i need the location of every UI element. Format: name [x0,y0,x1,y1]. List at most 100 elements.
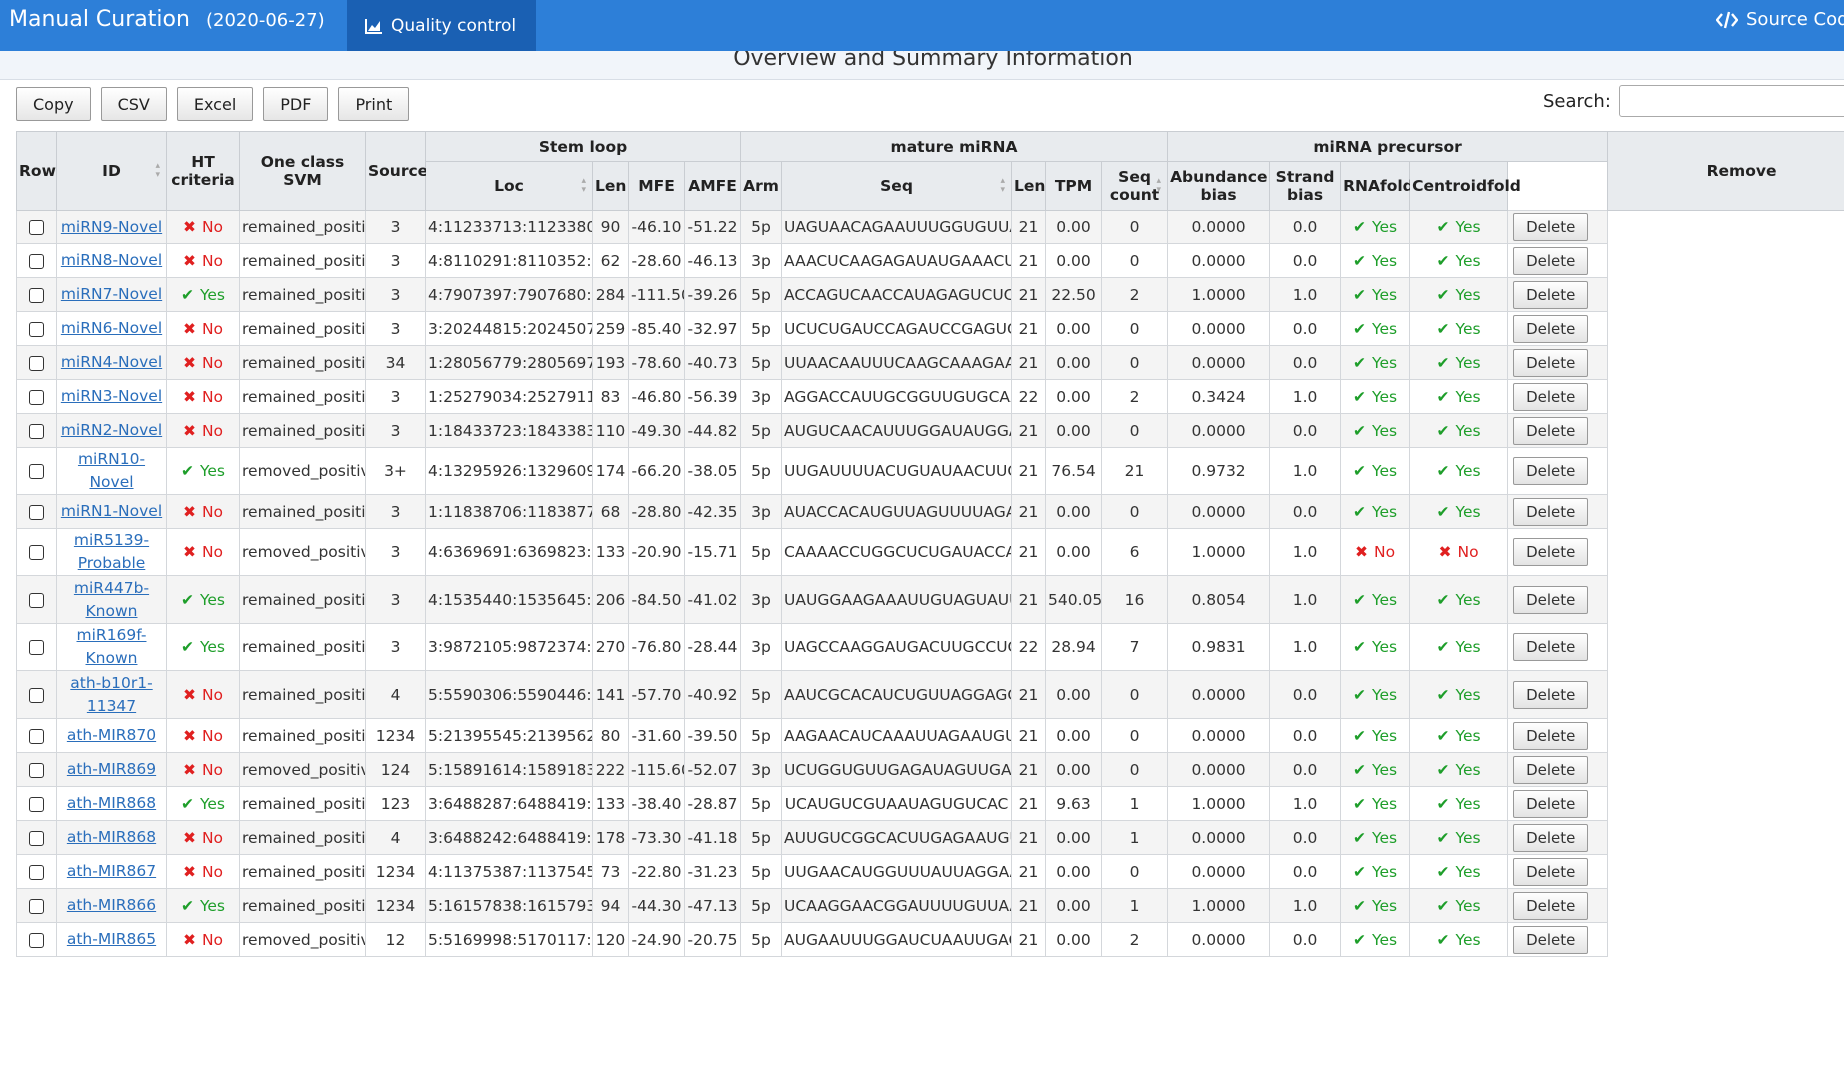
mirna-id-link[interactable]: miRN10-Novel [78,450,145,491]
col-mature-len[interactable]: Len [1011,161,1047,211]
print-button[interactable]: Print [338,87,410,121]
arm-cell: 5p [740,528,783,576]
col-one-class-svm[interactable]: One class SVM [239,131,366,211]
delete-button[interactable]: Delete [1513,416,1589,445]
row-checkbox[interactable] [29,687,44,703]
remove-cell: Delete [1507,413,1609,448]
copy-button[interactable]: Copy [16,87,91,121]
mirna-id-link[interactable]: miRN8-Novel [61,251,162,269]
delete-button[interactable]: Delete [1513,721,1589,750]
col-rnafold[interactable]: RNAfold [1340,161,1414,211]
strand-bias-value: 0.0 [1292,862,1318,881]
delete-button[interactable]: Delete [1513,382,1589,411]
delete-button[interactable]: Delete [1513,348,1589,377]
abundance-bias-cell: 0.0000 [1167,718,1271,753]
col-strand-bias[interactable]: Strand bias [1269,161,1342,211]
delete-button[interactable]: Delete [1513,213,1589,241]
col-id[interactable]: ID [56,131,167,211]
table-row: miR447b-Known ✔ Yes remained_positive 3 4:153… [16,575,1844,624]
row-checkbox[interactable] [29,728,44,744]
tab-quality-control[interactable]: Quality control [347,0,536,51]
col-loc[interactable]: Loc [425,161,593,211]
mirna-id-link[interactable]: miR169f-Known [77,626,147,667]
mirna-id-link[interactable]: ath-MIR867 [67,862,156,880]
mirna-id-link[interactable]: ath-MIR865 [67,930,156,948]
row-checkbox[interactable] [29,220,44,235]
col-amfe[interactable]: AMFE [683,161,742,211]
delete-button[interactable]: Delete [1513,891,1589,920]
mirna-id-link[interactable]: ath-b10r1-11347 [70,674,152,715]
col-seq-count[interactable]: Seq count [1101,161,1169,211]
csv-button[interactable]: CSV [100,87,167,121]
col-centroidfold[interactable]: Centroidfold [1409,161,1521,211]
delete-button[interactable]: Delete [1513,457,1589,485]
col-mfe[interactable]: MFE [628,161,685,211]
delete-button[interactable]: Delete [1513,497,1589,526]
row-checkbox[interactable] [29,864,44,880]
mirna-id-link[interactable]: ath-MIR870 [67,726,156,744]
delete-button[interactable]: Delete [1513,314,1589,343]
delete-button[interactable]: Delete [1513,925,1589,954]
tpm-value: 0.00 [1056,502,1091,521]
mfe-cell: -46.80 [628,379,685,414]
row-checkbox[interactable] [29,762,44,778]
row-checkbox[interactable] [29,898,44,914]
mirna-id-link[interactable]: miRN4-Novel [61,353,162,371]
mirna-id-link[interactable]: miR5139-Probable [74,531,149,572]
mirna-id-link[interactable]: miRN9-Novel [61,218,162,236]
excel-button[interactable]: Excel [176,87,254,121]
mirna-id-link[interactable]: ath-MIR866 [67,896,156,914]
delete-button[interactable]: Delete [1513,857,1589,886]
delete-button[interactable]: Delete [1513,585,1589,614]
mirna-id-link[interactable]: ath-MIR868 [67,794,156,812]
row-checkbox[interactable] [29,830,44,846]
col-remove[interactable]: Remove [1607,131,1844,211]
delete-button[interactable]: Delete [1513,680,1589,709]
delete-button[interactable]: Delete [1513,246,1589,275]
mirna-id-link[interactable]: ath-MIR869 [67,760,156,778]
delete-button[interactable]: Delete [1513,280,1589,309]
col-source[interactable]: Source [365,131,428,211]
table-row: ath-b10r1-11347 ✖ No remained_positive 4 5:55… [16,670,1844,719]
row-checkbox[interactable] [29,640,44,655]
col-arm[interactable]: Arm [740,161,783,211]
delete-button[interactable]: Delete [1513,789,1589,818]
row-checkbox[interactable] [29,355,44,371]
mirna-id-link[interactable]: miRN3-Novel [61,387,162,405]
row-checkbox[interactable] [29,464,44,479]
mirna-id-link[interactable]: miRN2-Novel [61,421,162,439]
row-checkbox[interactable] [29,932,44,948]
delete-button[interactable]: Delete [1513,538,1589,566]
row-checkbox[interactable] [29,796,44,812]
row-checkbox[interactable] [29,423,44,439]
row-checkbox[interactable] [29,389,44,405]
delete-button[interactable]: Delete [1513,755,1589,784]
row-checkbox[interactable] [29,321,44,337]
mirna-id-link[interactable]: miRN6-Novel [61,319,162,337]
row-checkbox[interactable] [29,504,44,520]
delete-button[interactable]: Delete [1513,823,1589,852]
search-input[interactable] [1619,85,1844,117]
abundance-bias-cell: 0.8054 [1167,575,1271,624]
col-abundance-bias[interactable]: Abundance bias [1167,161,1271,211]
mirna-id-link[interactable]: miR447b-Known [74,579,149,620]
row-checkbox[interactable] [29,545,44,560]
strand-bias-cell: 1.0 [1269,447,1342,495]
col-seq[interactable]: Seq [781,161,1013,211]
row-checkbox[interactable] [29,592,44,608]
delete-button[interactable]: Delete [1513,633,1589,661]
source-code-link[interactable]: Source Code [1716,9,1844,30]
col-tpm[interactable]: TPM [1045,161,1103,211]
col-row[interactable]: Row [16,131,57,211]
strand-bias-cell: 1.0 [1269,379,1342,414]
row-checkbox[interactable] [29,287,44,303]
mirna-id-link[interactable]: miRN1-Novel [61,502,162,520]
mirna-id-link[interactable]: miRN7-Novel [61,285,162,303]
app-title[interactable]: Manual Curation [9,7,190,32]
pdf-button[interactable]: PDF [263,87,329,121]
mirna-id-link[interactable]: ath-MIR868 [67,828,156,846]
col-ht-criteria[interactable]: HT criteria [166,131,240,211]
col-stem-len[interactable]: Len [592,161,629,211]
row-checkbox[interactable] [29,253,44,269]
check-icon: ✔ [1436,285,1450,304]
